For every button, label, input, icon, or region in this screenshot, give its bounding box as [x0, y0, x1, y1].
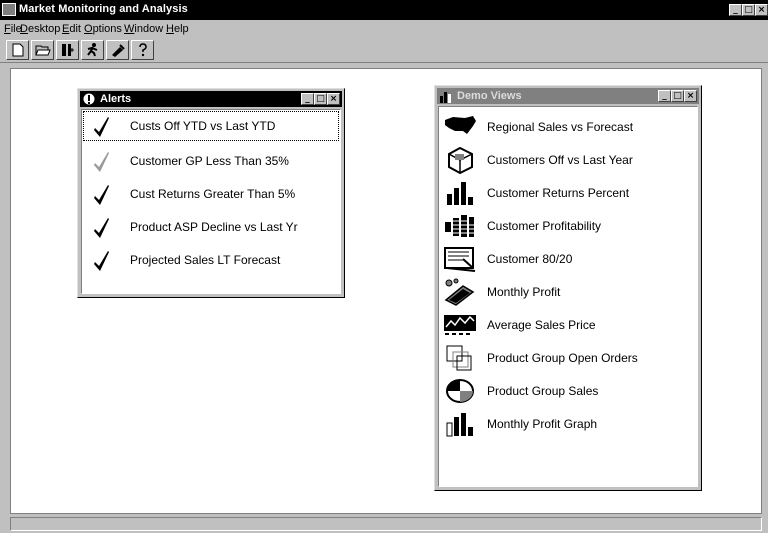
alerts-title-bar[interactable]: Alerts _ □ × [80, 91, 342, 107]
demo-view-item[interactable]: Customer 80/20 [439, 243, 697, 275]
alert-item[interactable]: Customer GP Less Than 35% [82, 145, 340, 177]
cube-icon [448, 146, 473, 174]
alerts-window-controls: _ □ × [301, 93, 340, 105]
demo-view-label: Product Group Sales [487, 384, 599, 398]
maximize-icon[interactable]: □ [671, 90, 684, 102]
checkmark-icon [94, 152, 109, 172]
demo-views-window[interactable]: Demo Views _ □ × Regional Sales vs Forec… [434, 85, 702, 491]
close-icon[interactable]: × [755, 4, 768, 16]
alerts-window[interactable]: Alerts _ □ × Custs Off YTD vs Last YTD C… [77, 88, 345, 298]
demo-view-label: Average Sales Price [487, 318, 596, 332]
menu-window[interactable]: Window [124, 23, 163, 35]
minimize-icon[interactable]: _ [729, 4, 742, 16]
app-icon[interactable] [2, 3, 16, 16]
demo-view-label: Customer Returns Percent [487, 186, 630, 200]
app-title-bar[interactable]: Market Monitoring and Analysis _ □ × [0, 0, 768, 20]
minimize-icon[interactable]: _ [658, 90, 671, 102]
pie-chart-icon [446, 379, 474, 403]
alert-label: Cust Returns Greater Than 5% [130, 187, 296, 201]
menu-options[interactable]: Options [84, 23, 122, 35]
demo-view-item[interactable]: Monthly Profit Graph [439, 408, 697, 440]
help-icon[interactable] [131, 40, 154, 60]
alert-label: Product ASP Decline vs Last Yr [130, 220, 298, 234]
demo-view-label: Customer 80/20 [487, 252, 573, 266]
menu-desktop[interactable]: Desktop [20, 23, 60, 35]
demo-view-item[interactable]: Average Sales Price [439, 309, 697, 341]
maximize-icon[interactable]: □ [314, 93, 327, 105]
menu-help[interactable]: Help [166, 23, 189, 35]
alerts-list: Custs Off YTD vs Last YTD Customer GP Le… [81, 109, 341, 294]
minimize-icon[interactable]: _ [301, 93, 314, 105]
open-folder-icon[interactable] [31, 40, 54, 60]
map-icon [445, 116, 476, 134]
maximize-icon[interactable]: □ [742, 4, 755, 16]
document-chart-icon [444, 247, 476, 272]
app-title: Market Monitoring and Analysis [19, 3, 188, 15]
alerts-title: Alerts [100, 93, 132, 105]
alert-label: Customer GP Less Than 35% [130, 154, 289, 168]
app-window-controls: _ □ × [729, 4, 768, 16]
demo-view-item[interactable]: Monthly Profit [439, 276, 697, 308]
demo-view-label: Product Group Open Orders [487, 351, 638, 365]
alert-item[interactable]: Projected Sales LT Forecast [82, 244, 340, 276]
demo-view-item[interactable]: Customers Off vs Last Year [439, 144, 697, 176]
chart-icon [440, 92, 451, 103]
checkmark-icon [94, 185, 109, 205]
demo-view-item[interactable]: Regional Sales vs Forecast [439, 111, 697, 143]
demo-view-label: Monthly Profit [487, 285, 561, 299]
demo-views-window-controls: _ □ × [658, 90, 697, 102]
demo-view-item[interactable]: Product Group Sales [439, 375, 697, 407]
money-icon [444, 278, 475, 306]
demo-views-title-bar[interactable]: Demo Views _ □ × [437, 88, 699, 104]
alert-item[interactable]: Custs Off YTD vs Last YTD [82, 110, 340, 142]
checkmark-icon [94, 117, 109, 137]
menu-edit[interactable]: Edit [62, 23, 81, 35]
tools-icon[interactable] [106, 40, 129, 60]
alert-item[interactable]: Product ASP Decline vs Last Yr [82, 211, 340, 243]
insert-icon[interactable] [56, 40, 79, 60]
checkmark-icon [94, 218, 109, 238]
toolbar [0, 38, 768, 63]
bar-chart-icon [447, 182, 473, 205]
demo-view-label: Monthly Profit Graph [487, 417, 598, 431]
overlap-squares-icon [446, 345, 472, 371]
demo-view-item[interactable]: Customer Returns Percent [439, 177, 697, 209]
alert-icon [82, 92, 96, 106]
demo-view-label: Regional Sales vs Forecast [487, 120, 634, 134]
run-icon[interactable] [81, 40, 104, 60]
demo-view-item[interactable]: Customer Profitability [439, 210, 697, 242]
close-icon[interactable]: × [327, 93, 340, 105]
new-document-icon[interactable] [6, 40, 29, 60]
demo-views-title: Demo Views [457, 90, 522, 102]
stack-icon [445, 215, 474, 237]
demo-view-label: Customer Profitability [487, 219, 602, 233]
bar-chart-icon [446, 413, 473, 437]
demo-view-label: Customers Off vs Last Year [487, 153, 633, 167]
close-icon[interactable]: × [684, 90, 697, 102]
demo-views-list: Regional Sales vs Forecast Customers Off… [438, 106, 698, 487]
alert-label: Projected Sales LT Forecast [130, 253, 281, 267]
menu-bar: File Desktop Edit Options Window Help [0, 20, 768, 37]
demo-view-item[interactable]: Product Group Open Orders [439, 342, 697, 374]
status-bar [10, 517, 762, 531]
checkmark-icon [94, 251, 109, 271]
alert-item[interactable]: Cust Returns Greater Than 5% [82, 178, 340, 210]
line-chart-icon [444, 315, 476, 335]
alert-label: Custs Off YTD vs Last YTD [130, 119, 276, 133]
